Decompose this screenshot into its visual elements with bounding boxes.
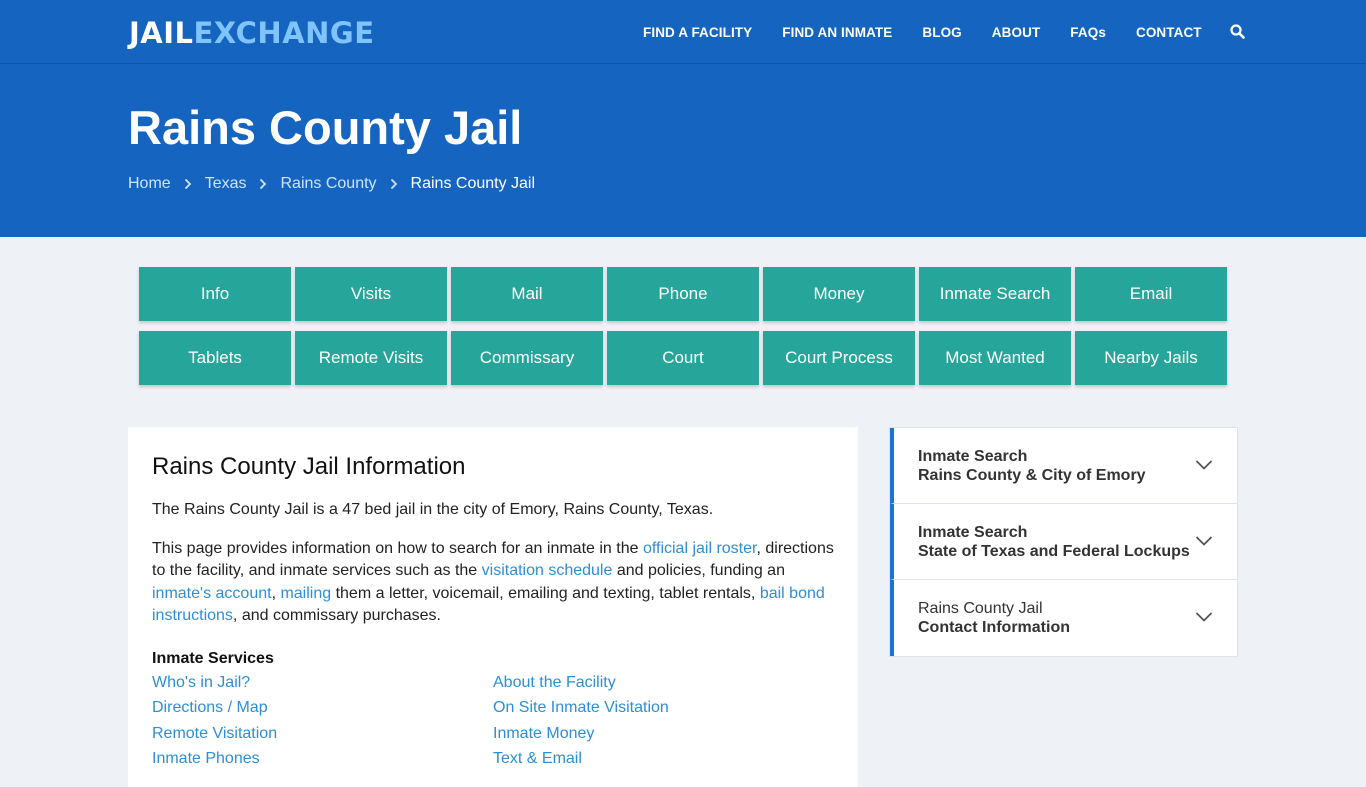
nav-find-facility[interactable]: FIND A FACILITY [643,25,752,40]
accordion-label: Rains County Jail [918,600,1043,617]
accordion-label: Inmate Search [918,448,1028,465]
tab-info[interactable]: Info [139,267,291,321]
tab-mail[interactable]: Mail [451,267,603,321]
accordion-contact-info[interactable]: Rains County Jail Contact Information [890,580,1237,656]
search-icon[interactable] [1230,24,1246,40]
tab-tablets[interactable]: Tablets [139,331,291,385]
sidebar-accordion: Inmate Search Rains County & City of Emo… [889,427,1238,657]
tab-phone[interactable]: Phone [607,267,759,321]
breadcrumb-home[interactable]: Home [128,175,171,193]
tab-money[interactable]: Money [763,267,915,321]
mailing-link[interactable]: mailing [280,585,331,602]
breadcrumb-texas[interactable]: Texas [205,175,247,193]
chevron-right-icon [179,177,197,191]
chevron-right-icon [385,177,403,191]
services-list: Who's in Jail? About the Facility Direct… [152,672,834,771]
accordion-inmate-search-county[interactable]: Inmate Search Rains County & City of Emo… [890,428,1237,504]
visitation-schedule-link[interactable]: visitation schedule [482,562,613,579]
service-text-email[interactable]: Text & Email [493,748,834,771]
intro-text: The Rains County Jail is a 47 bed jail i… [152,501,714,518]
info-card: Rains County Jail Information The Rains … [128,427,858,787]
service-inmate-money[interactable]: Inmate Money [493,723,834,746]
site-logo[interactable]: JAILEXCHANGE [129,16,375,50]
logo-text-jail: JAIL [129,16,194,50]
logo-text-exchange: EXCHANGE [193,16,375,50]
tab-court[interactable]: Court [607,331,759,385]
nav-about[interactable]: ABOUT [992,25,1041,40]
accordion-sublabel: Contact Information [918,619,1070,636]
description-paragraph: This page provides information on how to… [152,538,834,628]
accordion-label: Inmate Search [918,524,1028,541]
para-text: This page provides information on how to… [152,539,643,557]
nav-blog[interactable]: BLOG [922,25,961,40]
nav-find-inmate[interactable]: FIND AN INMATE [782,25,892,40]
accordion-inmate-search-state[interactable]: Inmate Search State of Texas and Federal… [890,504,1237,580]
chevron-down-icon [1195,610,1213,622]
tab-court-process[interactable]: Court Process [763,331,915,385]
official-jail-roster-link[interactable]: official jail roster [643,540,757,557]
tab-commissary[interactable]: Commissary [451,331,603,385]
service-inmate-phones[interactable]: Inmate Phones [152,748,493,771]
breadcrumb-rains-county[interactable]: Rains County [280,175,376,193]
chevron-right-icon [254,177,272,191]
service-onsite-visitation[interactable]: On Site Inmate Visitation [493,697,834,720]
tab-inmate-search[interactable]: Inmate Search [919,267,1071,321]
accordion-sublabel: State of Texas and Federal Lockups [918,543,1190,560]
chevron-down-icon [1195,458,1213,470]
accordion-sublabel: Rains County & City of Emory [918,467,1146,484]
tab-most-wanted[interactable]: Most Wanted [919,331,1071,385]
tab-email[interactable]: Email [1075,267,1227,321]
main-nav: FIND A FACILITY FIND AN INMATE BLOG ABOU… [643,0,1246,64]
service-about-facility[interactable]: About the Facility [493,672,834,695]
service-directions-map[interactable]: Directions / Map [152,697,493,720]
breadcrumb: Home Texas Rains County Rains County Jai… [128,175,535,193]
top-navbar: JAILEXCHANGE FIND A FACILITY FIND AN INM… [0,0,1366,64]
breadcrumb-current: Rains County Jail [410,175,536,192]
tab-remote-visits[interactable]: Remote Visits [295,331,447,385]
para-text: and policies, funding an [612,562,785,579]
info-heading: Rains County Jail Information [152,453,466,480]
tab-nearby-jails[interactable]: Nearby Jails [1075,331,1227,385]
para-text: , and commissary purchases. [232,607,441,624]
service-whos-in-jail[interactable]: Who's in Jail? [152,672,493,695]
nav-faqs[interactable]: FAQs [1070,25,1106,40]
page-title: Rains County Jail [128,101,523,154]
section-tabs: Info Visits Mail Phone Money Inmate Sear… [139,267,1229,385]
service-remote-visitation[interactable]: Remote Visitation [152,723,493,746]
tab-visits[interactable]: Visits [295,267,447,321]
inmate-account-link[interactable]: inmate's account [152,585,272,602]
chevron-down-icon [1195,534,1213,546]
hero-banner: Rains County Jail Home Texas Rains Count… [0,64,1366,237]
services-title: Inmate Services [152,649,274,667]
nav-contact[interactable]: CONTACT [1136,25,1202,40]
para-text: them a letter, voicemail, emailing and t… [331,584,760,602]
